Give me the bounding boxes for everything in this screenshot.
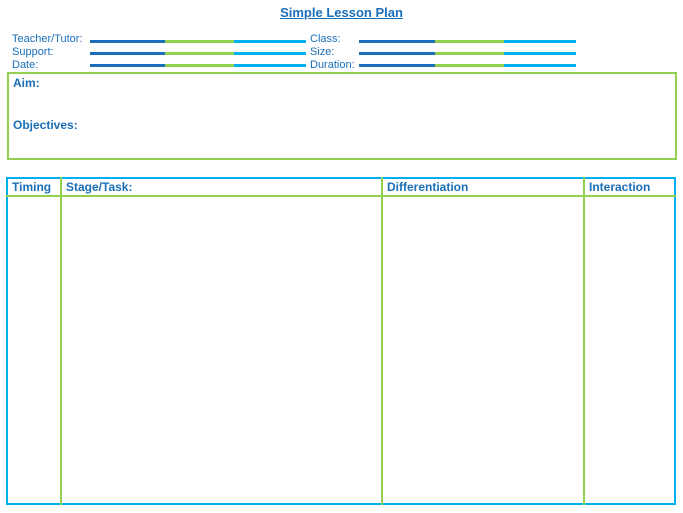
differentiation-cell[interactable] xyxy=(381,196,584,504)
column-header-timing: Timing xyxy=(7,178,61,197)
class-label: Class: xyxy=(310,33,341,45)
class-field[interactable] xyxy=(359,40,576,43)
table-row xyxy=(7,196,675,504)
size-label: Size: xyxy=(310,46,335,58)
date-label: Date: xyxy=(12,59,39,71)
column-header-stage-task: Stage/Task: xyxy=(60,178,382,197)
teacher-tutor-field[interactable] xyxy=(90,40,306,43)
size-field[interactable] xyxy=(359,52,576,55)
aim-objectives-box[interactable]: Aim: Objectives: xyxy=(7,72,677,160)
column-header-interaction: Interaction xyxy=(583,178,675,197)
duration-label: Duration: xyxy=(310,59,355,71)
timing-cell[interactable] xyxy=(7,196,61,504)
aim-label: Aim: xyxy=(13,76,40,90)
interaction-cell[interactable] xyxy=(583,196,675,504)
page-title: Simple Lesson Plan xyxy=(280,5,403,20)
lesson-plan-table: Timing Stage/Task: Differentiation Inter… xyxy=(6,177,676,505)
teacher-tutor-label: Teacher/Tutor: xyxy=(12,33,83,45)
support-label: Support: xyxy=(12,46,54,58)
date-field[interactable] xyxy=(90,64,306,67)
duration-field[interactable] xyxy=(359,64,576,67)
stage-task-cell[interactable] xyxy=(60,196,382,504)
table-header-row: Timing Stage/Task: Differentiation Inter… xyxy=(7,178,675,197)
support-field[interactable] xyxy=(90,52,306,55)
objectives-label: Objectives: xyxy=(13,118,78,132)
column-header-differentiation: Differentiation xyxy=(381,178,584,197)
